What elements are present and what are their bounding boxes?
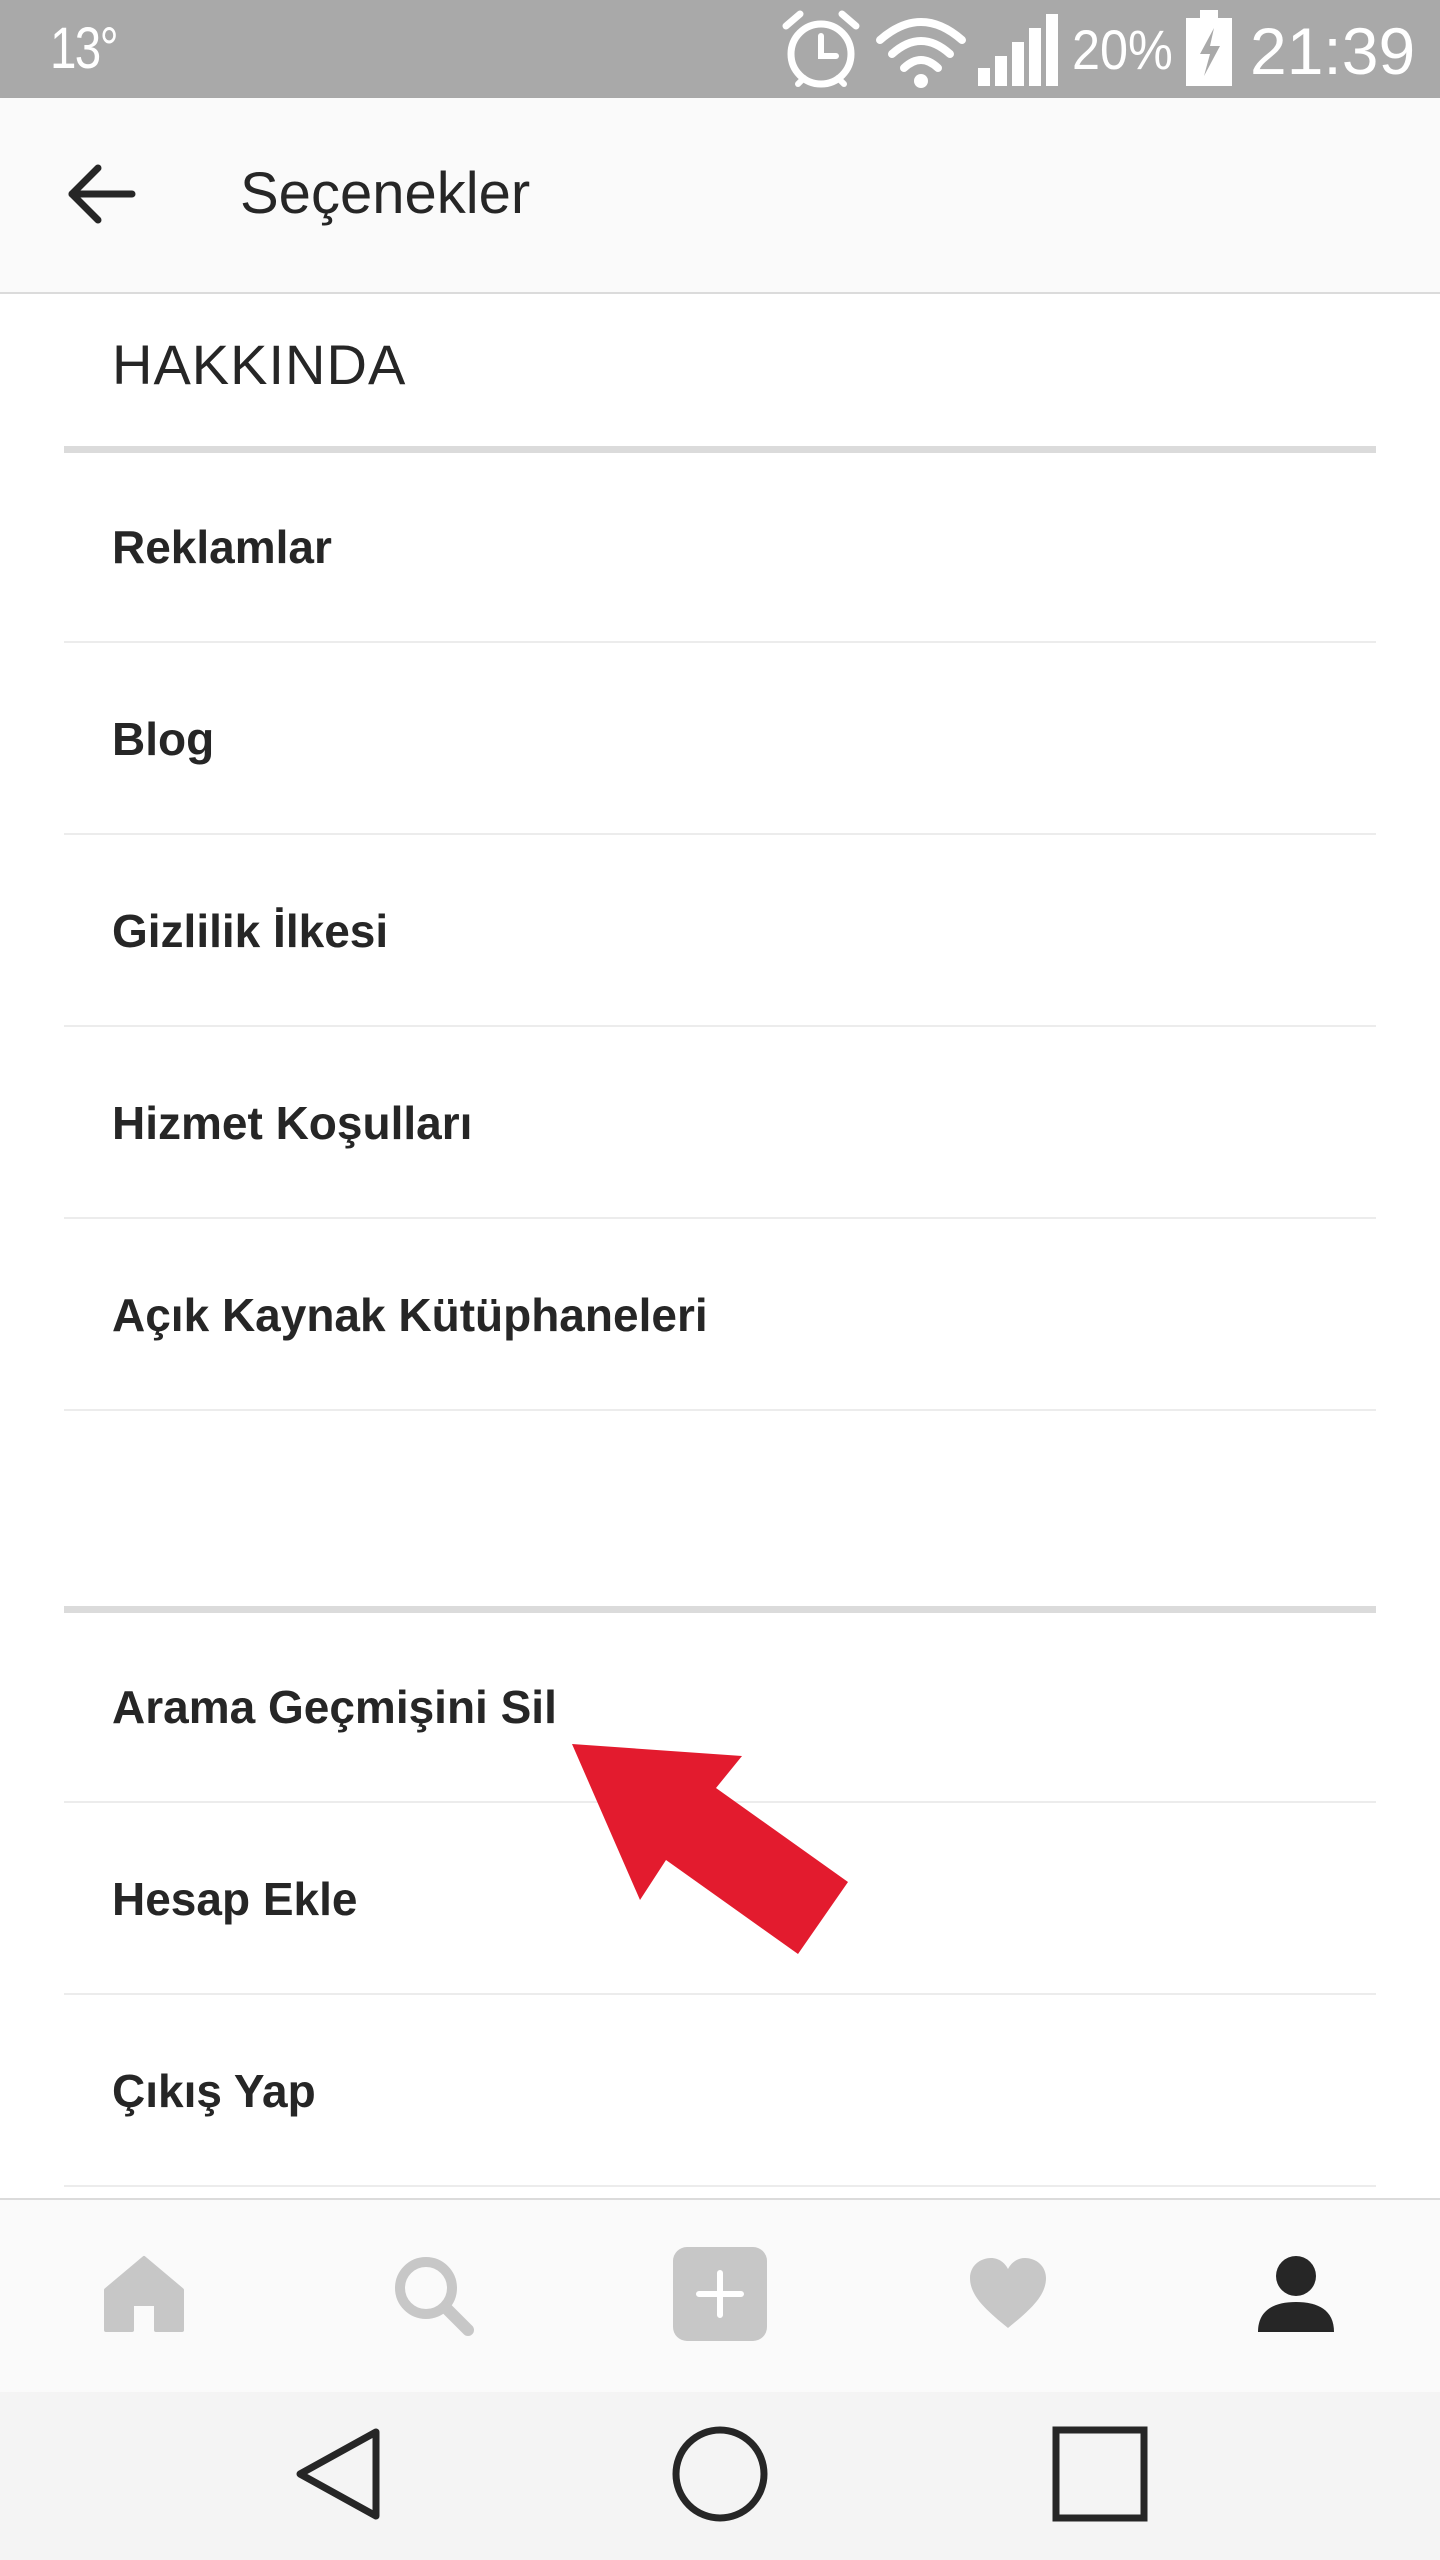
- tab-add-post[interactable]: [576, 2200, 864, 2392]
- bottom-tab-bar: [0, 2198, 1440, 2392]
- signal-icon: [976, 12, 1060, 93]
- back-button[interactable]: [40, 136, 160, 256]
- settings-item-blog[interactable]: Blog: [64, 645, 1376, 835]
- tab-profile[interactable]: [1152, 2200, 1440, 2392]
- search-icon: [390, 2252, 474, 2341]
- section-divider: [64, 1606, 1376, 1613]
- home-icon: [102, 2254, 186, 2339]
- tab-home[interactable]: [0, 2200, 288, 2392]
- red-arrow-annotation: [560, 1730, 860, 1970]
- battery-percent-text: 20%: [1072, 18, 1173, 81]
- back-triangle-icon: [290, 2424, 390, 2529]
- tab-search[interactable]: [288, 2200, 576, 2392]
- settings-item-label: Reklamlar: [112, 521, 332, 573]
- settings-item-terms-of-service[interactable]: Hizmet Koşulları: [64, 1029, 1376, 1219]
- wifi-icon: [876, 14, 966, 95]
- profile-icon: [1254, 2252, 1338, 2341]
- heart-icon: [966, 2256, 1050, 2337]
- settings-item-label: Blog: [112, 713, 215, 765]
- settings-item-label: Açık Kaynak Kütüphaneleri: [112, 1289, 708, 1341]
- battery-charging-icon: [1184, 10, 1234, 93]
- settings-item-label: Arama Geçmişini Sil: [112, 1681, 557, 1733]
- system-back-button[interactable]: [280, 2416, 400, 2536]
- arrow-left-icon: [64, 162, 136, 231]
- settings-item-label: Gizlilik İlkesi: [112, 905, 389, 957]
- settings-item-label: Hizmet Koşulları: [112, 1097, 473, 1149]
- system-recents-button[interactable]: [1040, 2416, 1160, 2536]
- settings-item-label: Hesap Ekle: [112, 1873, 358, 1925]
- recents-square-icon: [1050, 2424, 1150, 2529]
- alarm-icon: [778, 10, 864, 95]
- page-title: Seçenekler: [240, 161, 531, 226]
- settings-item-open-source-libraries[interactable]: Açık Kaynak Kütüphaneleri: [64, 1221, 1376, 1411]
- home-circle-icon: [670, 2424, 770, 2529]
- app-header: Seçenekler: [0, 98, 1440, 294]
- status-bar: 13° 20% 21:39: [0, 0, 1440, 98]
- add-post-icon: [671, 2245, 769, 2348]
- settings-item-label: Çıkış Yap: [112, 2065, 316, 2117]
- system-nav-bar: [0, 2392, 1440, 2560]
- section-header-about: HAKKINDA: [112, 333, 407, 396]
- tab-activity[interactable]: [864, 2200, 1152, 2392]
- temperature-text: 13°: [50, 16, 119, 81]
- settings-item-ads[interactable]: Reklamlar: [64, 453, 1376, 643]
- settings-item-log-out[interactable]: Çıkış Yap: [64, 1997, 1376, 2187]
- system-home-button[interactable]: [660, 2416, 780, 2536]
- clock-text: 21:39: [1250, 14, 1416, 88]
- section-divider: [64, 446, 1376, 453]
- settings-item-privacy-policy[interactable]: Gizlilik İlkesi: [64, 837, 1376, 1027]
